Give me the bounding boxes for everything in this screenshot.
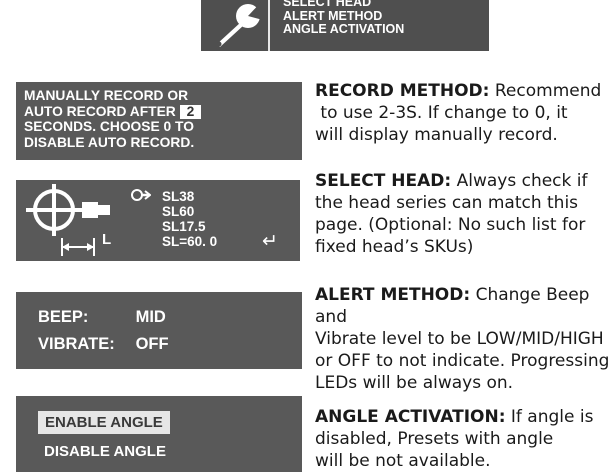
record-line-3: SECONDS. CHOOSE 0 TO xyxy=(24,119,194,134)
caption-line: If angle is xyxy=(510,407,594,427)
caption-heading: SELECT HEAD: xyxy=(315,171,452,191)
menu-item-alert-method[interactable]: ALERT METHOD xyxy=(283,9,404,24)
caption-line: Always check if xyxy=(456,171,588,191)
wrench-icon xyxy=(216,2,263,47)
head-option[interactable]: SL38 xyxy=(162,189,217,204)
caption-heading: ALERT METHOD: xyxy=(315,285,471,305)
menu-divider xyxy=(268,0,270,51)
enter-icon[interactable]: ↵ xyxy=(262,230,278,253)
head-list: SL38 SL60 SL17.5 SL=60. 0 xyxy=(162,189,217,249)
menu-item-angle-activation[interactable]: ANGLE ACTIVATION xyxy=(283,22,404,37)
caption-line: Vibrate level to be LOW/MID/HIGH xyxy=(315,329,604,349)
vibrate-row[interactable]: VIBRATE: OFF xyxy=(38,335,169,354)
caption-line: LEDs will be always on. xyxy=(315,373,514,393)
beep-label: BEEP: xyxy=(38,308,89,326)
selection-pointer-icon xyxy=(131,189,151,201)
caption-heading: ANGLE ACTIVATION: xyxy=(315,407,506,427)
caption-line: disabled, Presets with angle xyxy=(315,429,554,449)
angle-activation-caption: ANGLE ACTIVATION: If angle is disabled, … xyxy=(315,406,593,472)
record-seconds-value[interactable]: 2 xyxy=(179,104,202,119)
beep-row[interactable]: BEEP: MID xyxy=(38,308,166,327)
caption-line: Recommend xyxy=(494,81,602,101)
record-line-2: AUTO RECORD AFTER 2 xyxy=(24,104,302,120)
select-head-caption: SELECT HEAD: Always check if the head se… xyxy=(315,170,588,258)
record-method-caption: RECORD METHOD: Recommend to use 2-3S. If… xyxy=(315,80,601,146)
settings-menu-panel: SELECT HEAD ALERT METHOD ANGLE ACTIVATIO… xyxy=(201,0,489,51)
enable-angle-option[interactable]: ENABLE ANGLE xyxy=(38,411,170,434)
disable-angle-option[interactable]: DISABLE ANGLE xyxy=(44,443,166,460)
head-option[interactable]: SL60 xyxy=(162,204,217,219)
record-method-panel: MANUALLY RECORD OR AUTO RECORD AFTER 2 S… xyxy=(16,82,302,160)
menu-list: SELECT HEAD ALERT METHOD ANGLE ACTIVATIO… xyxy=(283,0,404,37)
head-option[interactable]: SL=60. 0 xyxy=(162,234,217,249)
alert-method-panel: BEEP: MID VIBRATE: OFF xyxy=(16,292,302,369)
vibrate-label: VIBRATE: xyxy=(38,335,115,353)
caption-line: or OFF to not indicate. Progressing xyxy=(315,351,610,371)
caption-line: the head series can match this xyxy=(315,193,579,213)
caption-line: will be not available. xyxy=(315,451,491,471)
record-line-4: DISABLE AUTO RECORD. xyxy=(24,134,195,150)
record-line-1: MANUALLY RECORD OR xyxy=(24,88,189,103)
record-line-2-text: AUTO RECORD AFTER xyxy=(24,103,176,119)
vibrate-value[interactable]: OFF xyxy=(136,335,169,353)
caption-line: page. (Optional: No such list for xyxy=(315,215,586,235)
caption-heading: RECORD METHOD: xyxy=(315,81,490,101)
beep-value[interactable]: MID xyxy=(136,308,166,326)
caption-line: fixed head’s SKUs) xyxy=(315,237,474,257)
select-head-panel: L SL38 SL60 SL17.5 SL=60. 0 ↵ xyxy=(16,180,300,261)
angle-activation-panel: ENABLE ANGLE DISABLE ANGLE xyxy=(16,396,302,472)
length-label: L xyxy=(102,231,111,248)
alert-method-caption: ALERT METHOD: Change Beep and Vibrate le… xyxy=(315,284,611,394)
caption-line: will display manually record. xyxy=(315,125,558,145)
gauge-head-icon: L xyxy=(26,184,111,256)
head-option[interactable]: SL17.5 xyxy=(162,219,217,234)
caption-line: to use 2-3S. If change to 0, it xyxy=(315,103,568,123)
